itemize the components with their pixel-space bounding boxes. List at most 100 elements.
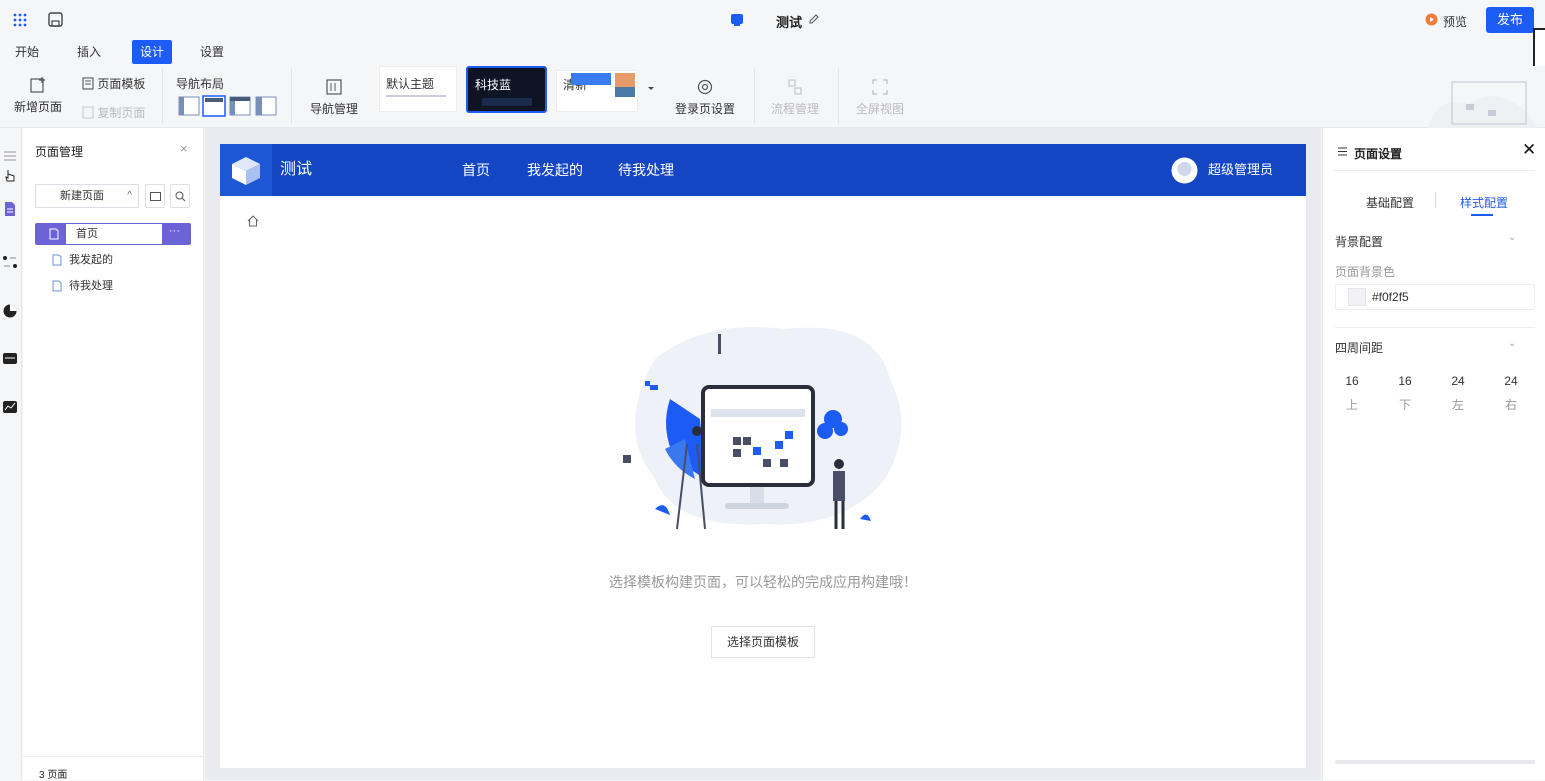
user-name[interactable]: 超级管理员 <box>1208 144 1273 196</box>
copy-page-button[interactable]: 复制页面 <box>82 104 145 121</box>
app-title: 测试 <box>776 15 803 30</box>
separator <box>291 68 292 124</box>
app-name: 测试 <box>280 161 313 178</box>
page-count: 3 页面 <box>39 770 68 781</box>
active-tab-underline <box>1471 214 1493 216</box>
page-name: 我发起的 <box>69 254 113 266</box>
nav-home[interactable]: 首页 <box>462 144 490 196</box>
layout-option-side[interactable] <box>202 95 226 117</box>
tab-style-config[interactable]: 样式配置 <box>1460 194 1508 211</box>
app-nav-bar: 测试 首页 我发起的 待我处理 超级管理员 <box>220 144 1306 196</box>
cube-logo-icon <box>232 157 260 185</box>
spacing-section-title[interactable]: 四周间距 <box>1335 339 1383 356</box>
page-item-selected[interactable]: 首页 ··· <box>35 223 191 245</box>
spacing-top-value[interactable]: 16 <box>1337 374 1367 388</box>
spacing-right-value[interactable]: 24 <box>1496 374 1526 388</box>
trend-icon[interactable] <box>2 399 18 415</box>
save-icon[interactable] <box>48 12 63 27</box>
bg-section-title[interactable]: 背景配置 <box>1335 233 1383 250</box>
page-template-button[interactable]: 页面模板 <box>82 75 145 92</box>
layout-option-mixed[interactable] <box>229 96 251 116</box>
publish-button[interactable]: 发布 <box>1486 7 1534 33</box>
tab-basic-config[interactable]: 基础配置 <box>1366 194 1414 211</box>
nav-initiated[interactable]: 我发起的 <box>527 144 583 196</box>
more-icon[interactable]: ··· <box>169 225 180 237</box>
gear-icon <box>697 79 713 95</box>
chevron-down-icon[interactable]: ⌄ <box>1508 338 1516 349</box>
theme-preview-lines <box>386 95 446 97</box>
choose-template-label: 选择页面模板 <box>726 635 799 649</box>
settings-scrollbar[interactable] <box>1335 760 1535 764</box>
theme-tech-blue[interactable]: 科技蓝 <box>466 66 547 113</box>
app-icon <box>731 14 743 26</box>
theme-default[interactable]: 默认主题 <box>379 66 457 112</box>
theme-fresh[interactable]: 清新 <box>556 70 638 112</box>
layout-option-left[interactable] <box>255 96 277 116</box>
apps-grid-icon[interactable] <box>13 13 27 27</box>
preview-icon[interactable] <box>1425 13 1438 26</box>
fullscreen-button[interactable]: 全屏视图 <box>855 78 905 117</box>
folder-icon <box>150 192 161 201</box>
app-preview: 测试 首页 我发起的 待我处理 超级管理员 选择模板构建页面，可以轻松的完成应用… <box>220 144 1306 768</box>
add-page-icon <box>30 77 45 93</box>
components-icon[interactable] <box>2 254 18 270</box>
left-rail <box>0 128 22 780</box>
login-settings-button[interactable]: 登录页设置 <box>675 78 735 117</box>
avatar[interactable] <box>1171 157 1198 184</box>
folder-icon[interactable] <box>2 350 18 366</box>
search-button[interactable] <box>170 184 190 208</box>
settings-sliders-icon <box>1338 147 1347 156</box>
folder-button[interactable] <box>145 184 165 208</box>
section-divider <box>1335 327 1535 328</box>
close-icon[interactable]: × <box>180 141 188 156</box>
page-icon[interactable] <box>2 201 18 217</box>
main-tabs: 开始 插入 设计 设置 <box>0 40 1545 66</box>
edit-icon[interactable] <box>808 13 820 25</box>
close-settings-icon[interactable]: ✕ <box>1522 140 1536 160</box>
empty-state-illustration <box>623 327 902 530</box>
fullscreen-icon <box>872 79 888 95</box>
nav-manage-button[interactable]: 导航管理 <box>310 78 358 117</box>
tab-insert[interactable]: 插入 <box>77 40 101 64</box>
color-swatch[interactable] <box>1348 288 1366 306</box>
page-template-label: 页面模板 <box>97 77 146 91</box>
menu-icon[interactable] <box>2 148 18 164</box>
new-page-label: 新建页面 <box>60 190 104 202</box>
spacing-right-label: 右 <box>1504 398 1517 412</box>
spacing-bottom-value[interactable]: 16 <box>1390 374 1420 388</box>
chevron-down-icon[interactable]: ⌄ <box>1508 232 1516 243</box>
spacing-left-value[interactable]: 24 <box>1443 374 1473 388</box>
chevron-up-icon: ^ <box>127 190 132 201</box>
theme-tech-blue-label: 科技蓝 <box>475 78 512 92</box>
page-name: 首页 <box>76 228 98 240</box>
theme-preview-block <box>615 87 635 97</box>
copy-page-label: 复制页面 <box>97 106 146 120</box>
page-item[interactable]: 我发起的 <box>35 249 191 271</box>
spacing-bottom-label: 下 <box>1398 398 1411 412</box>
page-name-input[interactable]: 首页 <box>66 224 162 244</box>
theme-more-icon[interactable] <box>647 86 655 92</box>
page-item[interactable]: 待我处理 <box>35 275 191 297</box>
nav-pending[interactable]: 待我处理 <box>618 144 674 196</box>
theme-preview-lines <box>482 98 532 106</box>
spacing-top-label: 上 <box>1345 398 1358 412</box>
publish-label: 发布 <box>1496 12 1523 27</box>
new-page-select[interactable]: 新建页面 ^ <box>35 184 139 208</box>
chart-pie-icon[interactable] <box>2 303 18 319</box>
tab-start[interactable]: 开始 <box>15 40 39 64</box>
settings-title: 页面设置 <box>1354 147 1403 161</box>
home-breadcrumb-icon[interactable] <box>247 215 259 227</box>
theme-default-label: 默认主题 <box>386 77 435 91</box>
preview-link[interactable]: 预览 <box>1443 13 1467 30</box>
empty-state-text: 选择模板构建页面，可以轻松的完成应用构建哦！ <box>609 574 917 590</box>
add-page-button[interactable]: 新增页面 <box>14 76 62 115</box>
fullscreen-label: 全屏视图 <box>855 102 904 116</box>
tab-settings[interactable]: 设置 <box>200 40 224 64</box>
flow-manage-button[interactable]: 流程管理 <box>770 78 820 117</box>
bg-color-field[interactable]: #f0f2f5 <box>1335 284 1535 310</box>
page-icon <box>49 228 59 240</box>
layout-option-top[interactable] <box>178 96 200 116</box>
tab-design[interactable]: 设计 <box>132 40 173 64</box>
choose-template-button[interactable]: 选择页面模板 <box>711 626 815 658</box>
spacing-left-label: 左 <box>1451 398 1464 412</box>
